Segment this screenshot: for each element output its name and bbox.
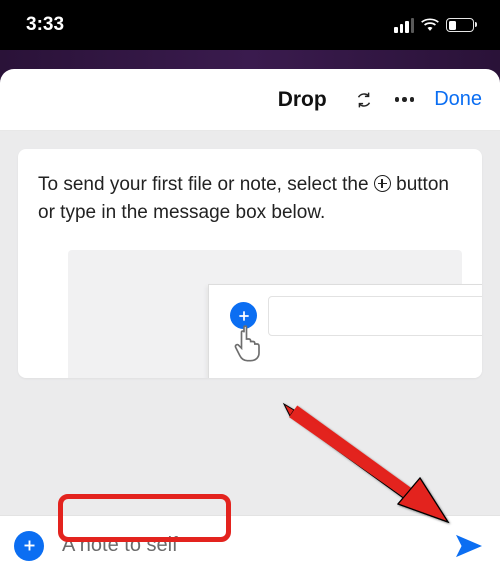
content-area: To send your first file or note, select …: [0, 131, 500, 515]
wifi-icon: [420, 18, 440, 32]
onboarding-text-part1: To send your first file or note, select …: [38, 174, 374, 195]
status-icons: [394, 18, 474, 33]
battery-icon: [446, 18, 474, 32]
onboarding-illustration: [68, 250, 462, 378]
modal-sheet: Drop Done To send your first file or not…: [0, 69, 500, 581]
composer-bar: [0, 515, 500, 581]
cellular-icon: [394, 18, 414, 33]
onboarding-card: To send your first file or note, select …: [18, 149, 482, 378]
add-attachment-button[interactable]: [14, 531, 44, 561]
more-options-button[interactable]: [391, 93, 419, 106]
onboarding-text: To send your first file or note, select …: [38, 171, 462, 226]
pointer-hand-icon: [232, 324, 266, 364]
page-title: Drop: [278, 88, 327, 112]
status-time: 3:33: [26, 14, 64, 36]
done-button[interactable]: Done: [434, 88, 482, 111]
plus-circle-icon: [374, 175, 391, 192]
sync-icon[interactable]: [353, 89, 375, 111]
status-bar: 3:33: [0, 0, 500, 50]
sheet-header: Drop Done: [0, 69, 500, 131]
message-input[interactable]: [58, 528, 438, 563]
send-button[interactable]: [452, 531, 486, 561]
